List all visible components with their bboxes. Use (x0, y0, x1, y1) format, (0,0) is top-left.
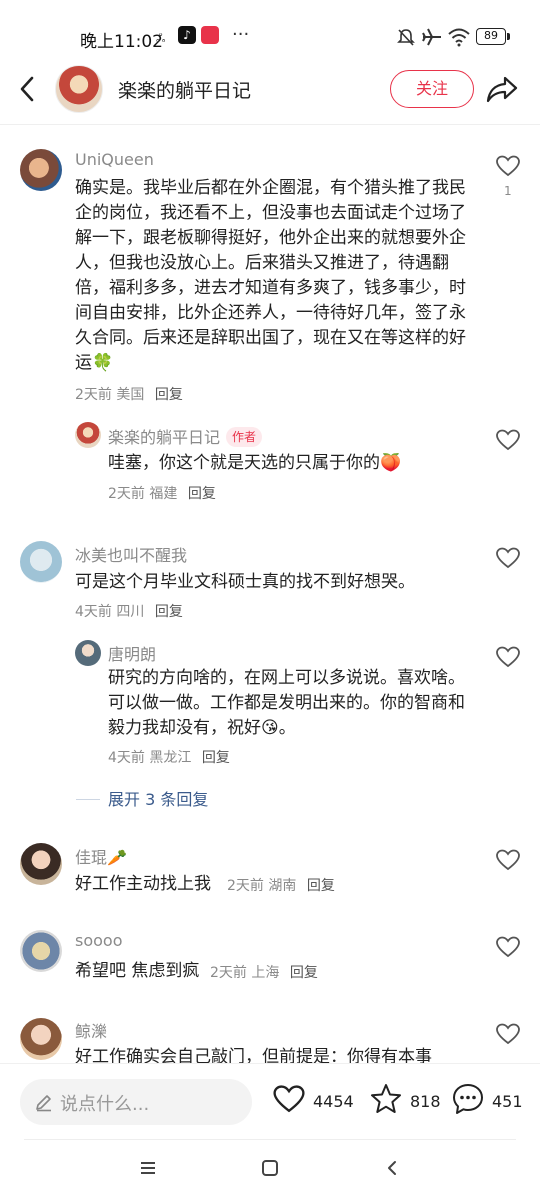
baidu-icon: ஃ (156, 31, 166, 45)
reply-button[interactable]: 回复 (155, 604, 183, 620)
bottom-bar: 说点什么... 4454 818 451 (0, 1063, 540, 1200)
divider (24, 1139, 516, 1140)
reply-button[interactable]: 回复 (155, 387, 183, 403)
comment-time: 2天前 (227, 878, 264, 894)
like-heart-icon[interactable] (495, 645, 521, 669)
avatar[interactable] (75, 422, 101, 448)
comment-input[interactable]: 说点什么... (20, 1079, 252, 1125)
like-heart-icon[interactable] (495, 848, 521, 872)
comment-author[interactable]: 佳琨🥕 (75, 844, 127, 868)
avatar[interactable] (20, 930, 62, 972)
wifi-icon (448, 28, 470, 47)
comment-author[interactable]: UniQueen (75, 150, 154, 169)
like-heart-icon[interactable] (495, 1022, 521, 1046)
reply-text[interactable]: 研究的方向啥的，在网上可以多说说。喜欢啥。可以做一做。工作都是发明出来的。你的智… (108, 666, 468, 741)
mute-icon (397, 29, 415, 46)
reply-author-name[interactable]: 楽楽的躺平日记 (108, 428, 220, 447)
back-button[interactable] (14, 74, 42, 104)
author-avatar[interactable] (55, 65, 103, 113)
follow-button[interactable]: 关注 (390, 70, 474, 108)
back-nav-icon[interactable] (385, 1160, 399, 1176)
comment-count: 451 (492, 1092, 523, 1111)
app-icon (201, 26, 219, 44)
pen-icon (36, 1095, 51, 1112)
comment-button[interactable]: 451 (451, 1082, 523, 1122)
reply-location: 福建 (149, 486, 178, 502)
reply-time: 4天前 (108, 750, 145, 766)
reply-author[interactable]: 唐明朗 (108, 641, 156, 665)
comment-location: 湖南 (268, 878, 297, 894)
like-count: 1 (504, 184, 512, 198)
avatar[interactable] (20, 1018, 62, 1060)
like-count: 4454 (313, 1092, 354, 1111)
reply-button[interactable]: 回复 (188, 486, 216, 502)
menu-nav-icon[interactable] (139, 1160, 157, 1176)
comment-text[interactable]: 确实是。我毕业后都在外企圈混，有个猎头推了我民企的岗位，我还看不上，但没事也去面… (75, 176, 469, 376)
comment-meta: 4天前 四川 回复 (75, 601, 183, 621)
author-badge: 作者 (226, 427, 263, 447)
reply-text[interactable]: 哇塞，你这个就是天选的只属于你的🍑 (108, 451, 468, 476)
comment-meta: 2天前 湖南 回复 (227, 875, 335, 895)
reply-button[interactable]: 回复 (202, 750, 230, 766)
reply-button[interactable]: 回复 (290, 965, 318, 981)
expand-replies-button[interactable]: 展开 3 条回复 (76, 786, 208, 810)
star-count: 818 (410, 1092, 441, 1111)
like-heart-icon[interactable] (495, 546, 521, 570)
comment-location: 美国 (116, 387, 145, 403)
comment-location: 上海 (251, 965, 280, 981)
more-icon: ··· (232, 24, 250, 45)
comment-meta: 2天前 美国 回复 (75, 384, 183, 404)
avatar[interactable] (20, 149, 62, 191)
avatar[interactable] (20, 843, 62, 885)
airplane-icon (422, 28, 441, 46)
page-title[interactable]: 楽楽的躺平日记 (118, 76, 251, 103)
reply-meta: 4天前 黑龙江 回复 (108, 747, 230, 767)
reply-author[interactable]: 楽楽的躺平日记 作者 (108, 424, 263, 448)
avatar[interactable] (20, 541, 62, 583)
comment-bubble-icon (453, 1084, 483, 1114)
reply-button[interactable]: 回复 (307, 878, 335, 894)
star-button[interactable]: 818 (369, 1082, 441, 1122)
header-divider (0, 124, 540, 125)
comment-author[interactable]: 鲸濼 (75, 1018, 107, 1042)
comment-time: 2天前 (210, 965, 247, 981)
like-button[interactable]: 4454 (272, 1082, 360, 1122)
input-placeholder[interactable]: 说点什么... (60, 1090, 149, 1116)
comment-author[interactable]: 冰美也叫不醒我 (75, 542, 187, 566)
expand-replies-label[interactable]: 展开 3 条回复 (108, 790, 208, 809)
home-nav-icon[interactable] (261, 1160, 279, 1176)
comment-text[interactable]: 可是这个月毕业文科硕士真的找不到好想哭。 (75, 570, 469, 595)
comment-author[interactable]: soooo (75, 931, 123, 950)
like-heart-icon[interactable] (495, 428, 521, 452)
reply-meta: 2天前 福建 回复 (108, 483, 216, 503)
heart-icon (273, 1085, 305, 1113)
comment-time: 2天前 (75, 387, 112, 403)
battery-indicator: 89 (476, 28, 510, 45)
comment-text[interactable]: 希望吧 焦虑到疯 (75, 959, 215, 984)
share-button[interactable] (485, 72, 519, 106)
avatar[interactable] (75, 640, 101, 666)
header: 楽楽的躺平日记 关注 (0, 60, 540, 118)
like-heart-icon[interactable] (495, 154, 521, 178)
reply-time: 2天前 (108, 486, 145, 502)
tiktok-icon: ♪ (178, 26, 196, 44)
reply-location: 黑龙江 (149, 750, 192, 766)
status-time: 晚上11:02 (80, 32, 163, 52)
like-heart-icon[interactable] (495, 935, 521, 959)
comment-location: 四川 (116, 604, 145, 620)
comment-time: 4天前 (75, 604, 112, 620)
comment-text[interactable]: 好工作主动找上我 (75, 872, 235, 897)
star-icon (371, 1084, 401, 1113)
comment-meta: 2天前 上海 回复 (210, 962, 318, 982)
